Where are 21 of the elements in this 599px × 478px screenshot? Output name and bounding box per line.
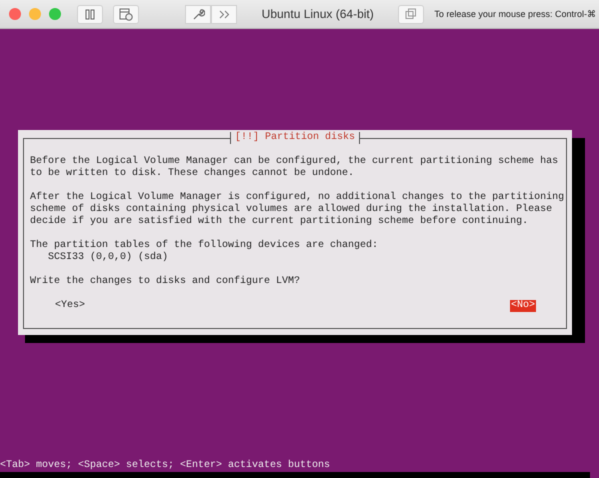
wrench-icon (192, 8, 204, 20)
settings-button[interactable] (185, 4, 211, 24)
dialog-text: The partition tables of the following devices are changed: SCSI33 (0,0,0) (sda) (30, 240, 380, 264)
snapshot-button[interactable] (113, 4, 139, 24)
capture-button[interactable] (398, 4, 424, 24)
dialog-text: Write the changes to disks and configure LVM? (30, 276, 302, 288)
window-clock-icon (119, 8, 133, 20)
more-button[interactable] (211, 4, 237, 24)
dialog-title: [!!] Partition disks (230, 132, 360, 144)
no-button[interactable]: <No> (510, 300, 536, 312)
window-title: Ubuntu Linux (64-bit) (262, 7, 374, 21)
status-bar: <Tab> moves; <Space> selects; <Enter> activates buttons (0, 460, 590, 478)
chevrons-icon (218, 10, 230, 18)
pause-button[interactable] (77, 4, 103, 24)
zoom-button[interactable] (49, 8, 61, 20)
pause-icon (85, 8, 95, 20)
dialog-text: Before the Logical Volume Manager can be configured, the current partitioning scheme has to be written to disk. These changes cannot be undone. (30, 156, 560, 180)
windows-icon (405, 8, 418, 20)
release-hint: To release your mouse press: Control-⌘ (434, 9, 596, 19)
close-button[interactable] (9, 8, 21, 20)
yes-button[interactable]: <Yes> (54, 300, 86, 312)
